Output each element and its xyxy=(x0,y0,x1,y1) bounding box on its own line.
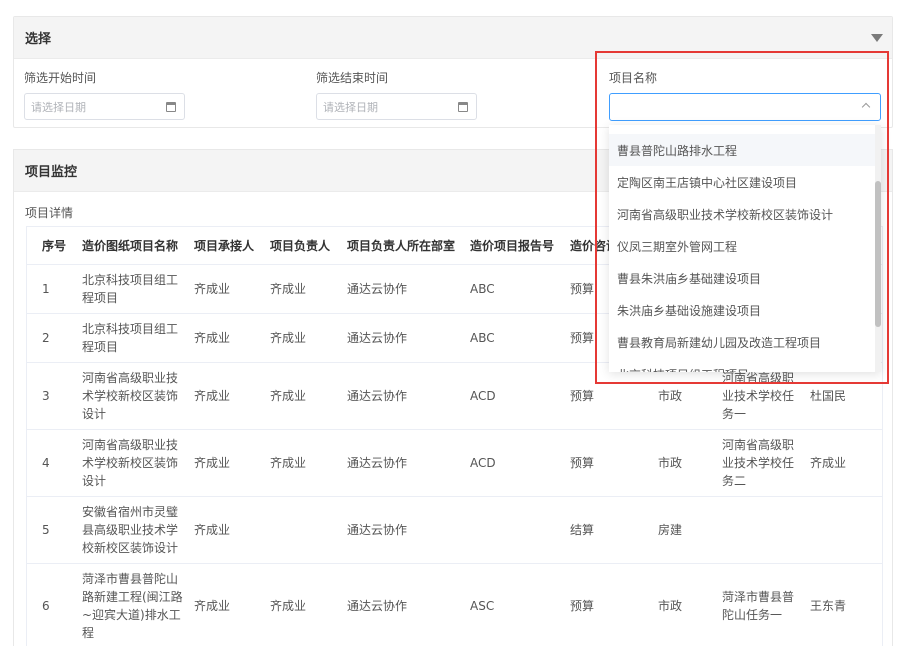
dropdown-option[interactable]: 曹县教育局新建幼儿园及改造工程项目 xyxy=(609,326,875,358)
dropdown-option[interactable]: 曹县普陀山路排水工程 xyxy=(609,134,875,166)
end-date-picker[interactable]: 请选择日期 xyxy=(316,93,477,120)
monitor-panel-title: 项目监控 xyxy=(25,165,78,180)
cell: 通达云协作 xyxy=(347,331,408,345)
cell: 预算 xyxy=(570,389,595,403)
cell: 通达云协作 xyxy=(347,389,408,403)
dropdown-option[interactable]: 河南省高级职业技术学校新校区装饰设计 xyxy=(609,198,875,230)
cell: 齐成业 xyxy=(270,282,307,296)
cell: 市政 xyxy=(658,599,683,613)
col-header: 项目负责人所在部室 xyxy=(347,238,456,253)
cell: 北京科技项目组工程项目 xyxy=(82,322,179,354)
cell: 河南省高级职业技术学校任务二 xyxy=(722,438,795,488)
table-row[interactable]: 3 河南省高级职业技术学校新校区装饰设计 齐成业 齐成业 通达云协作 ACD 预… xyxy=(27,363,882,430)
start-time-label: 筛选开始时间 xyxy=(24,71,97,85)
col-header: 项目承接人 xyxy=(194,238,255,253)
chevron-up-icon xyxy=(861,102,871,112)
cell: ASC xyxy=(470,599,495,613)
project-name-label: 项目名称 xyxy=(609,71,658,85)
cell: 预算 xyxy=(570,599,595,613)
cell: 齐成业 xyxy=(194,389,231,403)
cell: 河南省高级职业技术学校新校区装饰设计 xyxy=(82,438,179,488)
calendar-icon xyxy=(458,101,468,112)
end-date-placeholder: 请选择日期 xyxy=(323,100,378,114)
project-detail-label: 项目详情 xyxy=(25,206,74,220)
cell: 房建 xyxy=(658,523,683,537)
cell: 1 xyxy=(42,282,50,296)
cell: 齐成业 xyxy=(270,331,307,345)
col-header: 项目负责人 xyxy=(270,238,331,253)
cell: ABC xyxy=(470,282,495,296)
cell: 预算 xyxy=(570,456,595,470)
cell: 市政 xyxy=(658,456,683,470)
col-header: 造价咨询 xyxy=(570,238,610,253)
cell: 预算 xyxy=(570,331,595,345)
col-header: 序号 xyxy=(42,238,67,253)
table-row[interactable]: 6 菏泽市曹县普陀山路新建工程(闽江路~迎宾大道)排水工程 齐成业 齐成业 通达… xyxy=(27,564,882,646)
dropdown-option[interactable]: 北京科技项目组工程项目 xyxy=(609,358,875,373)
cell: 齐成业 xyxy=(194,331,231,345)
filter-panel-title: 选择 xyxy=(25,32,52,47)
cell: 通达云协作 xyxy=(347,523,408,537)
cell: 北京科技项目组工程项目 xyxy=(82,273,179,305)
cell: 菏泽市曹县普陀山任务一 xyxy=(722,590,795,622)
dropdown-option[interactable]: 定陶区南王店镇中心社区建设项目 xyxy=(609,166,875,198)
cell: 通达云协作 xyxy=(347,599,408,613)
table-row[interactable]: 4 河南省高级职业技术学校新校区装饰设计 齐成业 齐成业 通达云协作 ACD 预… xyxy=(27,430,882,497)
cell: 通达云协作 xyxy=(347,282,408,296)
col-header: 造价图纸项目名称 xyxy=(82,238,179,253)
cell: 菏泽市曹县普陀山路新建工程(闽江路~迎宾大道)排水工程 xyxy=(82,572,183,640)
cell: 河南省高级职业技术学校任务一 xyxy=(722,371,795,421)
cell: 安徽省宿州市灵璧县高级职业技术学校新校区装饰设计 xyxy=(82,505,179,555)
cell: 齐成业 xyxy=(270,599,307,613)
project-name-select[interactable] xyxy=(609,93,881,121)
start-date-placeholder: 请选择日期 xyxy=(31,100,86,114)
cell: 齐成业 xyxy=(270,456,307,470)
cell: 齐成业 xyxy=(194,282,231,296)
cell: 通达云协作 xyxy=(347,456,408,470)
cell: ABC xyxy=(470,331,495,345)
cell: ACD xyxy=(470,456,496,470)
cell: 王东青 xyxy=(810,599,847,613)
end-time-label: 筛选结束时间 xyxy=(316,71,389,85)
dropdown-option[interactable]: 仪凤三期室外管网工程 xyxy=(609,230,875,262)
cell: 5 xyxy=(42,523,50,537)
start-date-picker[interactable]: 请选择日期 xyxy=(24,93,185,120)
calendar-icon xyxy=(166,101,176,112)
cell: 6 xyxy=(42,599,50,613)
filter-panel-header[interactable]: 选择 xyxy=(14,17,892,59)
dropdown-option[interactable]: 朱洪庙乡基础设施建设项目 xyxy=(609,294,875,326)
cell: 市政 xyxy=(658,389,683,403)
cell: 齐成业 xyxy=(810,456,847,470)
cell: 3 xyxy=(42,389,50,403)
collapse-triangle-icon[interactable] xyxy=(871,34,883,42)
cell: ACD xyxy=(470,389,496,403)
cell: 结算 xyxy=(570,523,595,537)
cell: 齐成业 xyxy=(270,389,307,403)
cell: 齐成业 xyxy=(194,599,231,613)
dropdown-scrollbar-thumb[interactable] xyxy=(875,181,881,327)
cell: 齐成业 xyxy=(194,456,231,470)
project-name-dropdown: 曹县普陀山路排水工程 定陶区南王店镇中心社区建设项目 河南省高级职业技术学校新校… xyxy=(609,125,881,372)
cell: 2 xyxy=(42,331,50,345)
cell: 预算 xyxy=(570,282,595,296)
cell: 杜国民 xyxy=(810,389,847,403)
cell: 4 xyxy=(42,456,50,470)
cell: 河南省高级职业技术学校新校区装饰设计 xyxy=(82,371,179,421)
table-row[interactable]: 5 安徽省宿州市灵璧县高级职业技术学校新校区装饰设计 齐成业 通达云协作 结算 … xyxy=(27,497,882,564)
cell: 齐成业 xyxy=(194,523,231,537)
col-header: 造价项目报告号 xyxy=(470,238,555,253)
dropdown-option[interactable]: 曹县朱洪庙乡基础建设项目 xyxy=(609,262,875,294)
